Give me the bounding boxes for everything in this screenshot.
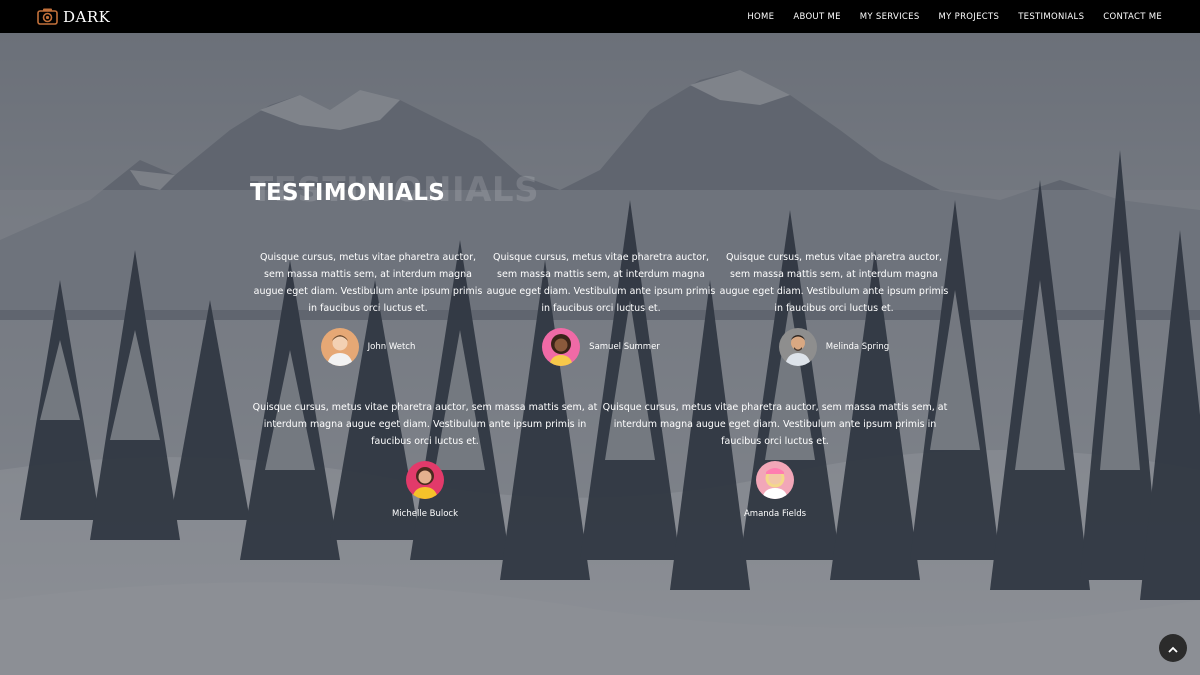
testimonial-author: Samuel Summer (486, 328, 716, 366)
nav-my-projects[interactable]: MY PROJECTS (939, 12, 1000, 22)
testimonials-list: Quisque cursus, metus vitae pharetra auc… (0, 0, 1200, 675)
main-nav: HOME ABOUT ME MY SERVICES MY PROJECTS TE… (747, 0, 1162, 33)
testimonial-author: John Wetch (253, 328, 483, 366)
avatar (542, 328, 581, 366)
testimonial-author: Melinda Spring (719, 328, 949, 366)
avatar (756, 461, 794, 499)
camera-icon (37, 7, 58, 26)
brand-logo[interactable]: DARK (37, 7, 110, 26)
testimonial-quote: Quisque cursus, metus vitae pharetra auc… (486, 252, 716, 314)
testimonial-card: Quisque cursus, metus vitae pharetra auc… (253, 249, 483, 366)
testimonial-author-name: Michelle Bulock (391, 509, 459, 519)
chevron-up-icon (1168, 639, 1178, 658)
avatar (406, 461, 444, 499)
testimonial-author: Amanda Fields (600, 461, 950, 519)
nav-contact-me[interactable]: CONTACT ME (1103, 12, 1162, 22)
testimonial-author-name: Melinda Spring (825, 342, 890, 352)
brand-name: DARK (63, 7, 111, 26)
back-to-top-button[interactable] (1159, 634, 1187, 662)
testimonial-author-name: Amanda Fields (743, 509, 807, 519)
testimonial-author-name: John Wetch (367, 342, 416, 352)
testimonial-author: Michelle Bulock (250, 461, 600, 519)
nav-my-services[interactable]: MY SERVICES (860, 12, 920, 22)
avatar (320, 328, 359, 366)
top-navbar: DARK HOME ABOUT ME MY SERVICES MY PROJEC… (0, 0, 1200, 33)
testimonial-quote: Quisque cursus, metus vitae pharetra auc… (719, 252, 949, 314)
testimonial-author-name: Samuel Summer (589, 342, 660, 352)
nav-home[interactable]: HOME (747, 12, 774, 22)
testimonial-card: Quisque cursus, metus vitae pharetra auc… (600, 399, 950, 519)
testimonial-quote: Quisque cursus, metus vitae pharetra auc… (253, 252, 483, 314)
testimonial-quote: Quisque cursus, metus vitae pharetra auc… (252, 402, 598, 447)
nav-testimonials[interactable]: TESTIMONIALS (1018, 12, 1084, 22)
avatar (778, 328, 817, 366)
testimonial-quote: Quisque cursus, metus vitae pharetra auc… (602, 402, 948, 447)
testimonial-card: Quisque cursus, metus vitae pharetra auc… (486, 249, 716, 366)
testimonial-card: Quisque cursus, metus vitae pharetra auc… (250, 399, 600, 519)
testimonial-card: Quisque cursus, metus vitae pharetra auc… (719, 249, 949, 366)
nav-about-me[interactable]: ABOUT ME (793, 12, 840, 22)
